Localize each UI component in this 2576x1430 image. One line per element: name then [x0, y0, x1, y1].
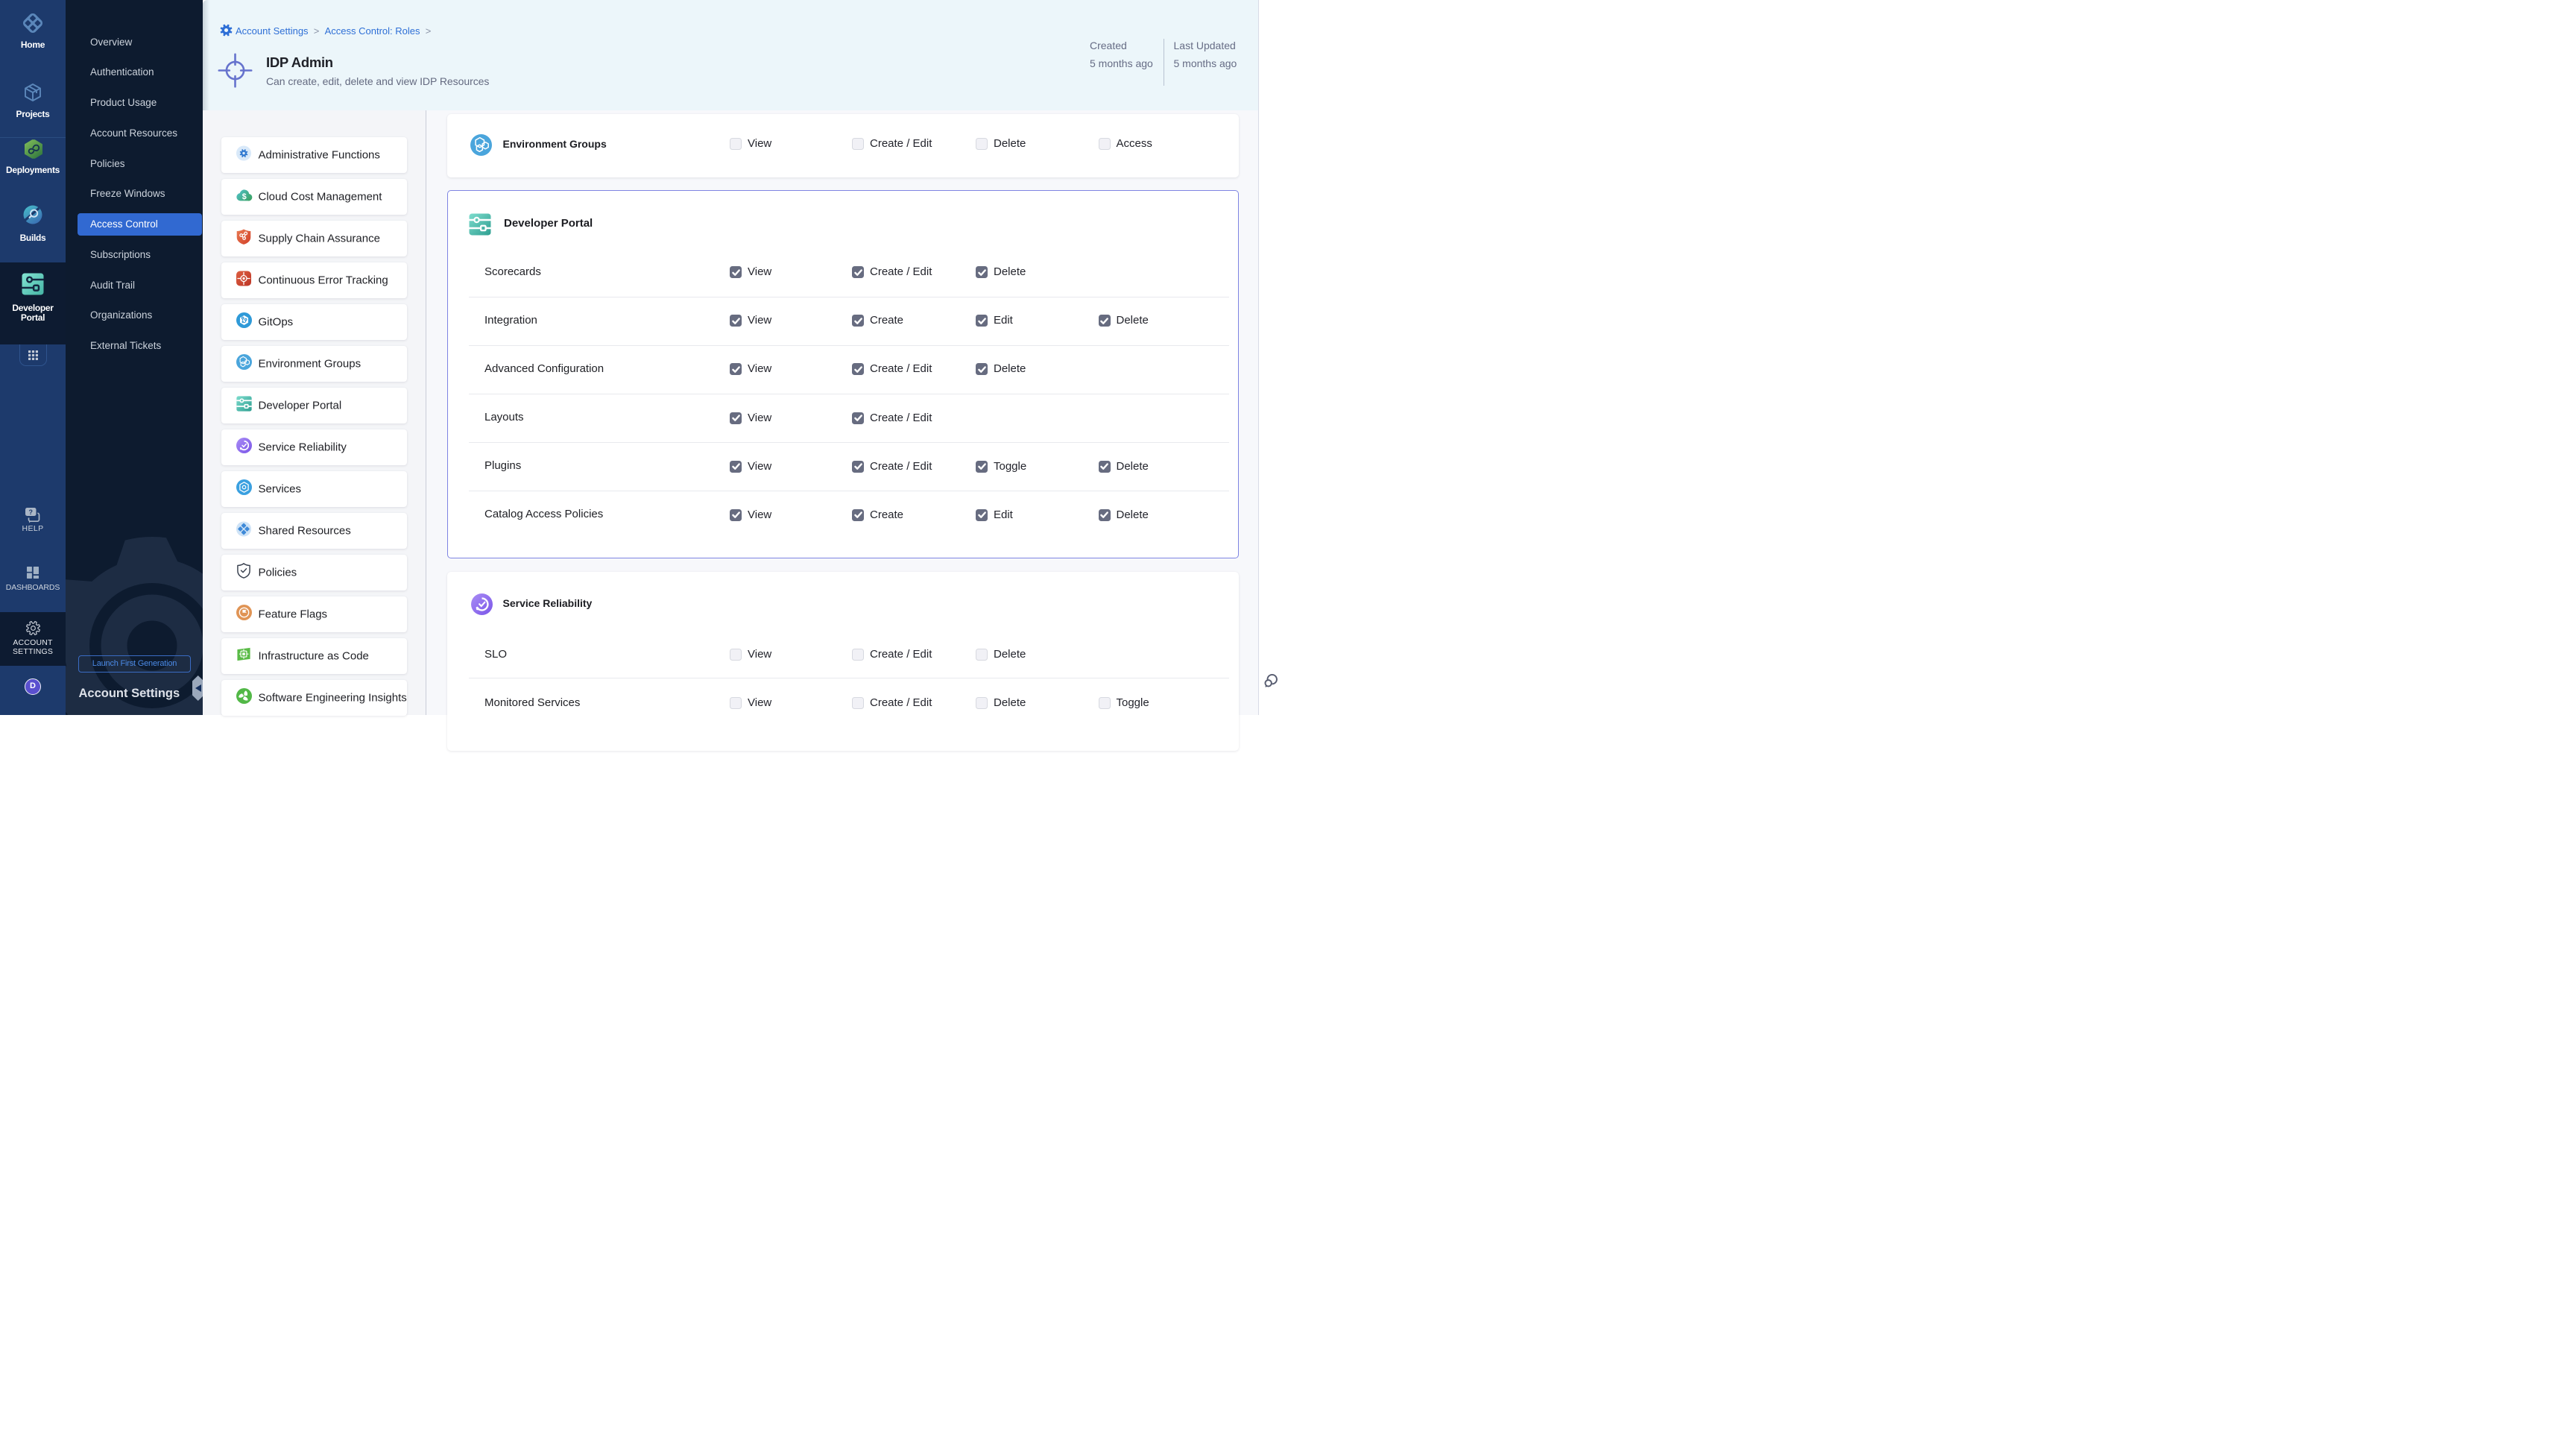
svg-text:$: $	[242, 192, 247, 201]
svg-text:?: ?	[28, 508, 33, 516]
